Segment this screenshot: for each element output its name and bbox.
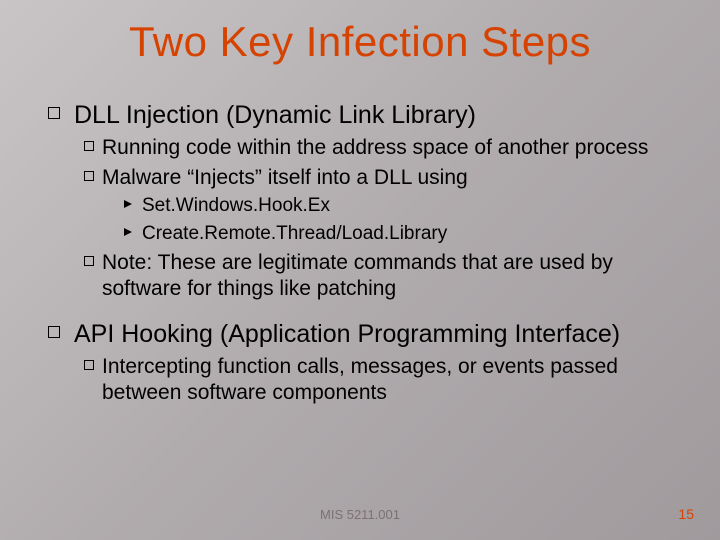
bullet-note: Note: These are legitimate commands that… [84,250,672,301]
text-note: Note: These are legitimate commands that… [102,250,672,301]
footer-page-number: 15 [678,506,694,522]
text-running-code: Running code within the address space of… [102,135,648,161]
bullet-running-code: Running code within the address space of… [84,135,672,161]
triangle-bullet-icon [124,200,132,208]
heading-api: API Hooking (Application Programming Int… [74,319,620,350]
text-intercepting: Intercepting function calls, messages, o… [102,354,672,405]
square-bullet-icon [84,256,94,266]
text-setwindowshook: Set.Windows.Hook.Ex [142,194,330,218]
bullet-setwindowshook: Set.Windows.Hook.Ex [124,194,672,218]
bullet-intercepting: Intercepting function calls, messages, o… [84,354,672,405]
text-createremotethread: Create.Remote.Thread/Load.Library [142,222,447,246]
square-bullet-icon [48,107,60,119]
bullet-malware-injects: Malware “Injects” itself into a DLL usin… [84,165,672,191]
footer-course: MIS 5211.001 [0,507,720,522]
slide: Two Key Infection Steps DLL Injection (D… [0,0,720,540]
page-title: Two Key Infection Steps [48,18,672,66]
bullet-api-hooking: API Hooking (Application Programming Int… [48,319,672,350]
triangle-bullet-icon [124,228,132,236]
square-bullet-icon [84,171,94,181]
square-bullet-icon [84,360,94,370]
heading-dll: DLL Injection (Dynamic Link Library) [74,100,476,131]
text-malware-injects: Malware “Injects” itself into a DLL usin… [102,165,468,191]
square-bullet-icon [84,141,94,151]
square-bullet-icon [48,326,60,338]
bullet-createremotethread: Create.Remote.Thread/Load.Library [124,222,672,246]
bullet-dll-injection: DLL Injection (Dynamic Link Library) [48,100,672,131]
